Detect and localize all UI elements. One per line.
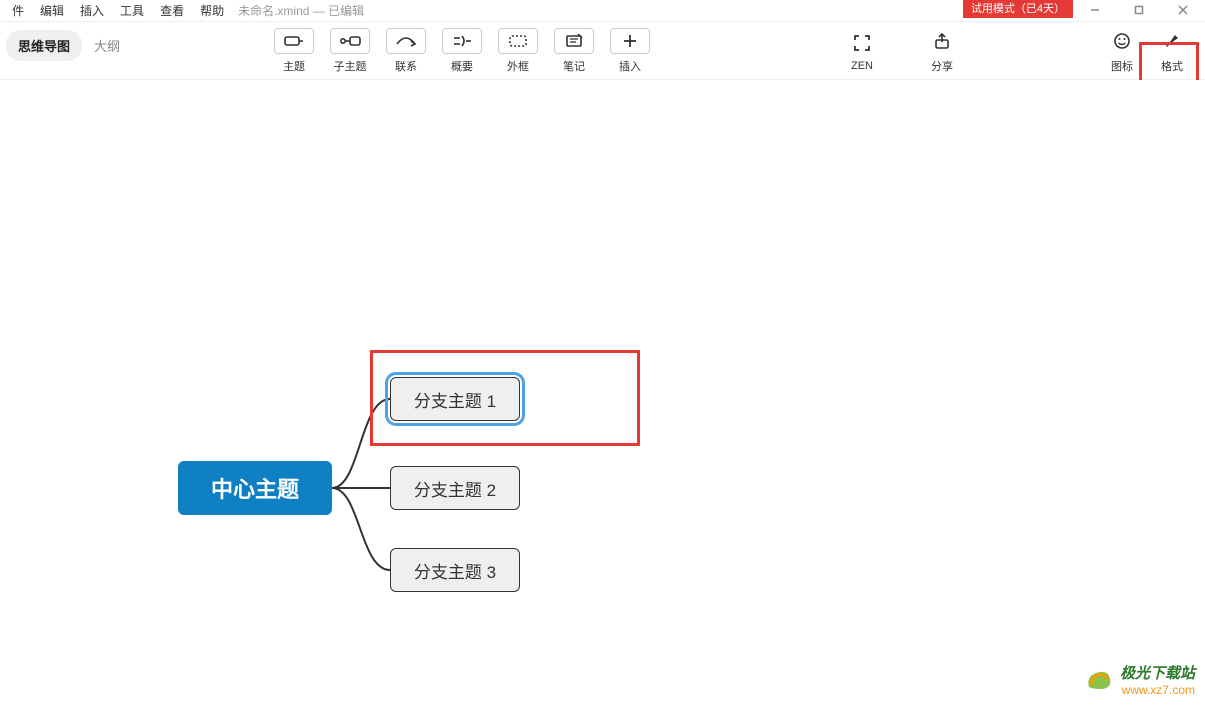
connector-lines bbox=[0, 80, 1205, 705]
mindmap-canvas[interactable]: 中心主题 分支主题 1 分支主题 2 分支主题 3 极光下载站 www.xz7.… bbox=[0, 80, 1205, 705]
summary-label: 概要 bbox=[451, 58, 473, 74]
menu-bar: 件 编辑 插入 工具 查看 帮助 未命名.xmind — 已编辑 试用模式（已4… bbox=[0, 0, 1205, 22]
note-label: 笔记 bbox=[563, 58, 585, 74]
menu-edit[interactable]: 编辑 bbox=[32, 2, 72, 19]
subtopic-label: 子主题 bbox=[334, 58, 367, 74]
summary-button[interactable]: 概要 bbox=[434, 28, 490, 74]
window-close-button[interactable] bbox=[1161, 0, 1205, 20]
topic-button[interactable]: 主题 bbox=[266, 28, 322, 74]
branch-topic-1-node[interactable]: 分支主题 1 bbox=[390, 377, 520, 421]
paintbrush-icon bbox=[1163, 28, 1181, 54]
icons-button[interactable]: 图标 bbox=[1097, 28, 1147, 74]
window-maximize-button[interactable] bbox=[1117, 0, 1161, 20]
minimize-icon bbox=[1090, 5, 1100, 15]
toolbar: 思维导图 大纲 主题 子主题 联系 概要 bbox=[0, 22, 1205, 80]
format-label: 格式 bbox=[1161, 58, 1183, 74]
share-label: 分享 bbox=[931, 58, 953, 74]
window-controls bbox=[1073, 0, 1205, 20]
menu-help[interactable]: 帮助 bbox=[192, 2, 232, 19]
branch-topic-2-node[interactable]: 分支主题 2 bbox=[390, 466, 520, 510]
topic-icon bbox=[274, 28, 314, 54]
tool-button-group: 主题 子主题 联系 概要 外框 bbox=[260, 22, 658, 79]
format-button[interactable]: 格式 bbox=[1147, 28, 1197, 74]
note-button[interactable]: 笔记 bbox=[546, 28, 602, 74]
zen-label: ZEN bbox=[851, 60, 873, 72]
relationship-button[interactable]: 联系 bbox=[378, 28, 434, 74]
window-minimize-button[interactable] bbox=[1073, 0, 1117, 20]
insert-label: 插入 bbox=[619, 58, 641, 74]
subtopic-button[interactable]: 子主题 bbox=[322, 28, 378, 74]
zen-button[interactable]: ZEN bbox=[837, 30, 887, 72]
relationship-label: 联系 bbox=[395, 58, 417, 74]
insert-button[interactable]: 插入 bbox=[602, 28, 658, 74]
branch-topic-3-node[interactable]: 分支主题 3 bbox=[390, 548, 520, 592]
subtopic-icon bbox=[330, 28, 370, 54]
topic-label: 主题 bbox=[283, 58, 305, 74]
boundary-button[interactable]: 外框 bbox=[490, 28, 546, 74]
watermark-title: 极光下载站 bbox=[1120, 662, 1195, 683]
boundary-icon bbox=[498, 28, 538, 54]
watermark-logo-icon bbox=[1084, 665, 1114, 695]
smiley-icon bbox=[1113, 28, 1131, 54]
summary-icon bbox=[442, 28, 482, 54]
menu-tools[interactable]: 工具 bbox=[112, 2, 152, 19]
boundary-label: 外框 bbox=[507, 58, 529, 74]
central-topic-node[interactable]: 中心主题 bbox=[178, 461, 332, 515]
tab-mindmap[interactable]: 思维导图 bbox=[6, 30, 82, 61]
plus-icon bbox=[610, 28, 650, 54]
maximize-icon bbox=[1134, 5, 1144, 15]
zen-icon bbox=[853, 30, 871, 56]
share-button[interactable]: 分享 bbox=[917, 28, 967, 74]
menu-insert[interactable]: 插入 bbox=[72, 2, 112, 19]
icons-label: 图标 bbox=[1111, 58, 1133, 74]
view-tabs: 思维导图 大纲 bbox=[0, 22, 260, 79]
note-icon bbox=[554, 28, 594, 54]
watermark: 极光下载站 www.xz7.com bbox=[1084, 662, 1195, 697]
close-icon bbox=[1178, 5, 1188, 15]
menu-view[interactable]: 查看 bbox=[152, 2, 192, 19]
trial-mode-badge: 试用模式（已4天） bbox=[963, 0, 1073, 18]
watermark-url: www.xz7.com bbox=[1120, 683, 1195, 697]
relationship-icon bbox=[386, 28, 426, 54]
tab-outline[interactable]: 大纲 bbox=[82, 30, 132, 61]
document-title: 未命名.xmind — 已编辑 bbox=[238, 2, 364, 19]
share-icon bbox=[933, 28, 951, 54]
menu-file[interactable]: 件 bbox=[4, 2, 32, 19]
right-tool-group: ZEN 分享 图标 格式 bbox=[837, 22, 1205, 79]
